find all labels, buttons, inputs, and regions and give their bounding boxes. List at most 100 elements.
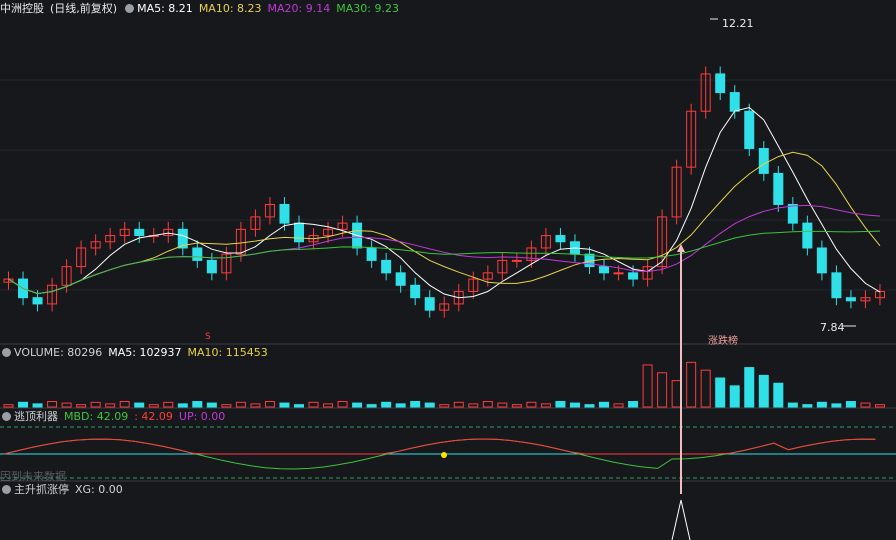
volume-bar	[424, 402, 435, 408]
candle-body	[715, 73, 726, 94]
volume-bar	[32, 403, 43, 408]
indicator1-name: 逃顶利器	[14, 410, 58, 423]
candle-body	[758, 148, 769, 174]
volume-bar	[511, 404, 522, 408]
up-label: UP: 0.00	[178, 410, 226, 423]
volume-bar	[395, 403, 406, 408]
volume-bar	[3, 404, 14, 408]
candle-body	[628, 272, 639, 280]
candle-body	[787, 203, 798, 224]
volume-bar	[874, 404, 885, 408]
ma30-label: MA30: 9.23	[336, 2, 399, 15]
volume-bar	[235, 401, 246, 408]
volume-bar	[453, 401, 464, 408]
candle-body	[366, 247, 377, 261]
candle-body	[395, 272, 406, 286]
high-price-label: 12.21	[722, 17, 754, 30]
volume-bar	[47, 401, 58, 408]
volume-bar	[90, 401, 101, 408]
mbd-label: MBD: 42.09	[64, 410, 129, 423]
volume-bar	[192, 401, 203, 408]
stock-name: 中洲控股	[0, 2, 44, 15]
volume-ma10-label: MA10: 115453	[187, 346, 268, 359]
volume-bar	[323, 403, 334, 408]
signal-arrow-up	[677, 244, 685, 252]
volume-bar	[584, 404, 595, 408]
candle-body	[816, 247, 827, 274]
limit-up-spike	[671, 499, 691, 540]
volume-bar	[773, 382, 784, 408]
volume-bar	[802, 404, 813, 408]
volume-bar	[642, 364, 653, 408]
chart-canvas[interactable]	[0, 0, 896, 540]
volume-bar	[76, 404, 87, 408]
candle-body	[410, 284, 421, 299]
volume-bar	[177, 403, 188, 408]
volume-bar	[613, 403, 624, 408]
ma10-label: MA10: 8.23	[198, 2, 262, 15]
volume-bar	[787, 402, 798, 408]
indicator2-settings-icon[interactable]	[2, 485, 11, 494]
volume-bar	[337, 401, 348, 408]
volume-bar	[729, 385, 740, 408]
indicator1-settings-icon[interactable]	[2, 412, 11, 421]
volume-bar	[264, 401, 275, 408]
volume-bar	[526, 401, 537, 408]
volume-bar	[671, 380, 682, 408]
low-price-label: 7.84	[820, 321, 845, 334]
volume-bar	[845, 401, 856, 408]
volume-bar	[628, 401, 639, 408]
volume-settings-icon[interactable]	[2, 348, 11, 357]
sell-marker: S	[205, 332, 211, 342]
volume-bar	[134, 402, 145, 408]
candle-body	[511, 259, 522, 262]
volume-bar	[497, 402, 508, 408]
volume-bar	[352, 402, 363, 408]
candle-body	[293, 222, 304, 243]
candle-body	[802, 222, 813, 249]
volume-bar	[700, 369, 711, 408]
candle-body	[32, 297, 43, 305]
candle-body	[831, 272, 842, 299]
candle-body	[206, 259, 217, 274]
period-label: (日线,前复权)	[50, 2, 118, 15]
candle-body	[773, 172, 784, 205]
xg-label: XG: 0.00	[75, 483, 123, 496]
volume-ma5-label: MA5: 102937	[108, 346, 182, 359]
signal-label: 涨跌榜	[708, 336, 738, 347]
candle-body	[845, 297, 856, 302]
candle-body	[613, 272, 624, 275]
volume-bar	[831, 403, 842, 408]
volume-bar	[715, 377, 726, 408]
indicator2-name: 主升抓涨停	[14, 483, 69, 496]
ma5-label: MA5: 8.21	[137, 2, 193, 15]
volume-bar	[410, 401, 421, 408]
volume-bar	[250, 403, 261, 408]
settings-circle-icon[interactable]	[125, 4, 135, 13]
ma20-label: MA20: 9.14	[267, 2, 331, 15]
volume-bar	[599, 401, 610, 408]
candle-body	[744, 110, 755, 150]
candle-body	[381, 259, 392, 274]
volume-bar	[816, 401, 827, 408]
volume-bar	[279, 402, 290, 408]
volume-bar	[657, 372, 668, 408]
volume-bar	[686, 361, 697, 408]
volume-bar	[366, 404, 377, 408]
volume-bar	[308, 401, 319, 408]
mbd2-label: : 42.09	[134, 410, 173, 423]
volume-bar	[468, 403, 479, 408]
volume-bar	[482, 401, 493, 408]
volume-bar	[206, 402, 217, 408]
candle-body	[134, 228, 145, 237]
candle-body	[555, 235, 566, 243]
main-chart-header: 中洲控股 (日线,前复权) MA5: 8.21 MA10: 8.23 MA20: 9.1…	[0, 1, 405, 17]
candle-body	[424, 297, 435, 311]
volume-bar	[744, 367, 755, 408]
volume-bar	[221, 404, 232, 408]
volume-bar	[148, 404, 159, 408]
volume-bar	[569, 402, 580, 408]
mbd-positive-line	[3, 438, 876, 455]
candle-body	[599, 266, 610, 274]
volume-bar	[18, 401, 29, 408]
